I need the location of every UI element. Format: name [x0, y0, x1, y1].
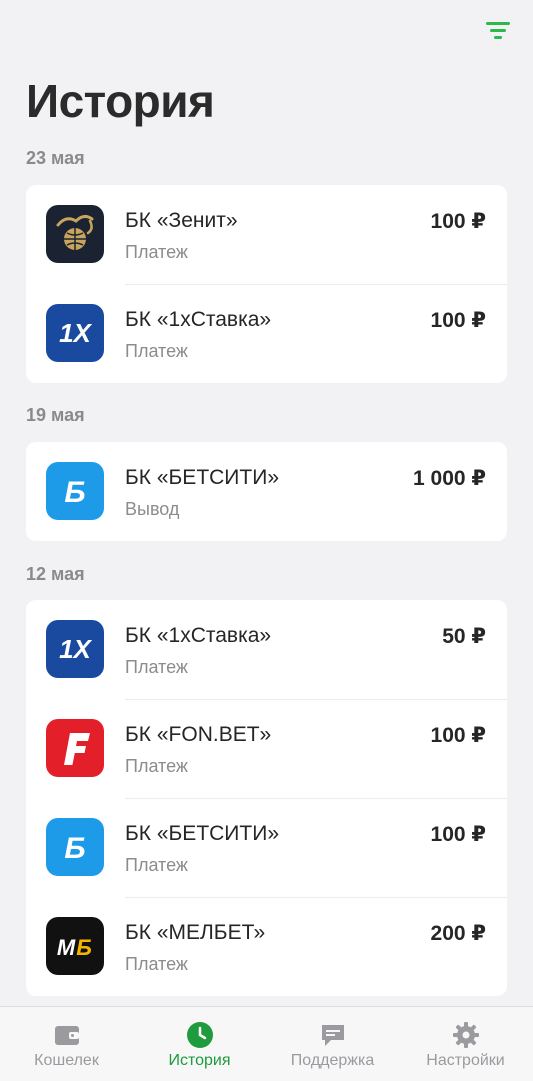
transaction-type: Платеж: [125, 242, 188, 262]
transaction-name: БК «БЕТСИТИ»: [125, 822, 280, 845]
fonbet-logo-icon: [46, 719, 104, 777]
transaction-type: Платеж: [125, 756, 188, 776]
transaction-name: БК «БЕТСИТИ»: [125, 466, 280, 489]
transaction-row[interactable]: M Б БК «МЕЛБЕТ» Платеж 200 ₽: [26, 897, 507, 996]
transaction-row[interactable]: Б БК «БЕТСИТИ» Вывод 1 000 ₽: [26, 442, 507, 541]
transaction-amount: 50 ₽: [442, 625, 486, 648]
transaction-type: Платеж: [125, 341, 188, 361]
page-title: История: [26, 75, 215, 127]
melbet-logo-icon: M Б: [46, 917, 104, 975]
tab-label: История: [168, 1052, 231, 1069]
date-header: 19 мая: [26, 405, 85, 425]
transaction-amount: 1 000 ₽: [413, 467, 486, 490]
1xstavka-logo-icon: 1X: [46, 304, 104, 362]
svg-text:1X: 1X: [59, 634, 92, 664]
transaction-name: БК «Зенит»: [125, 209, 238, 232]
transaction-amount: 100 ₽: [430, 823, 486, 846]
transaction-type: Платеж: [125, 954, 188, 974]
transaction-amount: 100 ₽: [430, 309, 486, 332]
transaction-row[interactable]: БК «FON.BET» Платеж 100 ₽: [26, 699, 507, 798]
svg-text:M: M: [57, 935, 76, 960]
date-header: 23 мая: [26, 148, 85, 168]
transaction-type: Вывод: [125, 499, 180, 519]
clock-icon: [185, 1020, 215, 1050]
transaction-name: БК «FON.BET»: [125, 723, 272, 746]
transaction-row[interactable]: 1X БК «1хСтавка» Платеж 50 ₽: [26, 600, 507, 699]
transaction-group: 1X БК «1хСтавка» Платеж 50 ₽ БК «FON.BET…: [26, 600, 507, 996]
wallet-icon: [52, 1020, 82, 1050]
1xstavka-logo-icon: 1X: [46, 620, 104, 678]
tab-label: Поддержка: [290, 1052, 375, 1069]
transaction-type: Платеж: [125, 855, 188, 875]
tab-wallet[interactable]: Кошелек: [0, 1007, 133, 1081]
transaction-name: БК «МЕЛБЕТ»: [125, 921, 266, 944]
svg-text:Б: Б: [64, 476, 85, 509]
bottom-tab-bar: Кошелек История Поддержка Настройки: [0, 1006, 533, 1081]
betcity-logo-icon: Б: [46, 818, 104, 876]
filter-icon[interactable]: [485, 20, 511, 44]
tab-settings[interactable]: Настройки: [399, 1007, 532, 1081]
transaction-row[interactable]: 1X БК «1хСтавка» Платеж 100 ₽: [26, 284, 507, 383]
chat-icon: [318, 1020, 348, 1050]
transaction-group: БК «Зенит» Платеж 100 ₽ 1X БК «1хСтавка»…: [26, 185, 507, 383]
zenit-logo-icon: [46, 205, 104, 263]
transaction-row[interactable]: Б БК «БЕТСИТИ» Платеж 100 ₽: [26, 798, 507, 897]
tab-label: Кошелек: [34, 1052, 99, 1069]
transaction-amount: 100 ₽: [430, 210, 486, 233]
gear-icon: [451, 1020, 481, 1050]
tab-support[interactable]: Поддержка: [266, 1007, 399, 1081]
transaction-name: БК «1хСтавка»: [125, 624, 272, 647]
svg-text:Б: Б: [64, 832, 85, 865]
betcity-logo-icon: Б: [46, 462, 104, 520]
transaction-amount: 100 ₽: [430, 724, 486, 747]
date-header: 12 мая: [26, 564, 85, 584]
svg-text:Б: Б: [76, 935, 92, 960]
tab-label: Настройки: [426, 1052, 505, 1069]
transaction-row[interactable]: БК «Зенит» Платеж 100 ₽: [26, 185, 507, 284]
top-bar: [0, 0, 533, 60]
svg-text:1X: 1X: [59, 318, 92, 348]
transaction-amount: 200 ₽: [430, 922, 486, 945]
transaction-type: Платеж: [125, 657, 188, 677]
tab-history[interactable]: История: [133, 1007, 266, 1081]
transaction-group: Б БК «БЕТСИТИ» Вывод 1 000 ₽: [26, 442, 507, 541]
transaction-name: БК «1хСтавка»: [125, 308, 272, 331]
